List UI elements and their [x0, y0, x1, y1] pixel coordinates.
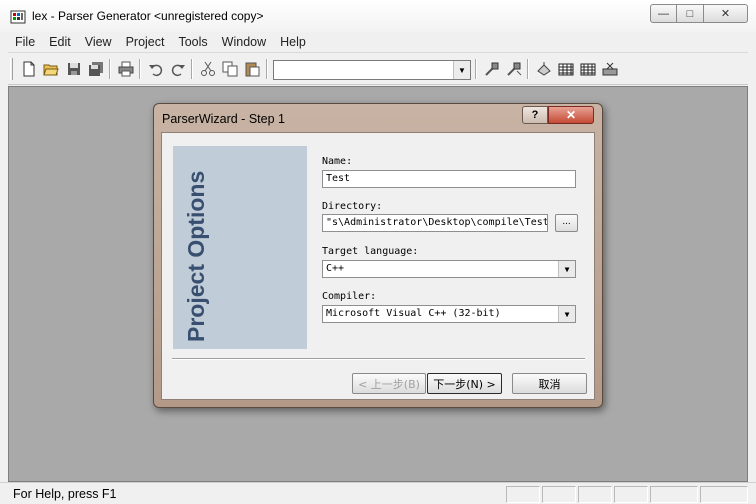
chevron-down-icon[interactable]: ▼	[453, 61, 470, 79]
compiler-select[interactable]: Microsoft Visual C++ (32-bit) ▼	[322, 305, 576, 323]
window-controls: — □ ✕	[650, 4, 748, 24]
status-pane	[506, 486, 540, 503]
frame-left	[0, 86, 8, 482]
target-language-select[interactable]: C++ ▼	[322, 260, 576, 278]
toolbar-separator	[527, 59, 529, 79]
status-bar: For Help, press F1	[0, 482, 756, 504]
menu-view[interactable]: View	[78, 35, 119, 49]
compiler-value: Microsoft Visual C++ (32-bit)	[326, 308, 501, 319]
minimize-button[interactable]: —	[650, 4, 677, 23]
status-text: For Help, press F1	[13, 487, 117, 501]
status-pane	[542, 486, 576, 503]
wizard-icon[interactable]	[534, 59, 554, 79]
next-button[interactable]: 下一步(N) >	[427, 373, 502, 394]
toolbar-grip[interactable]	[10, 58, 13, 80]
title-bar: lex - Parser Generator <unregistered cop…	[0, 0, 756, 32]
status-pane	[578, 486, 612, 503]
back-button[interactable]: < 上一步(B)	[352, 373, 426, 394]
close-icon: ✕	[565, 108, 577, 122]
paste-icon[interactable]	[242, 59, 262, 79]
dialog-close-button[interactable]: ✕	[548, 106, 594, 124]
grid2-icon[interactable]	[578, 59, 598, 79]
window-title: lex - Parser Generator <unregistered cop…	[32, 9, 264, 23]
chevron-down-icon[interactable]: ▼	[558, 261, 575, 277]
cancel-button[interactable]: 取消	[512, 373, 587, 394]
directory-label: Directory:	[322, 201, 383, 212]
clean-icon[interactable]	[600, 59, 620, 79]
dialog-body: Project Options Name: Test Directory: "s…	[161, 132, 595, 400]
toolbar-separator	[109, 59, 111, 79]
application-window: lex - Parser Generator <unregistered cop…	[0, 0, 756, 504]
menu-project[interactable]: Project	[119, 35, 172, 49]
menu-file[interactable]: File	[8, 35, 42, 49]
status-pane	[614, 486, 648, 503]
cut-icon[interactable]	[198, 59, 218, 79]
menu-bar: File Edit View Project Tools Window Help	[8, 32, 748, 53]
target-language-label: Target language:	[322, 246, 419, 257]
maximize-icon: □	[686, 7, 694, 20]
toolbar-separator	[191, 59, 193, 79]
toolbar-combo[interactable]: ▼	[273, 60, 471, 80]
parser-wizard-dialog: ParserWizard - Step 1 ? ✕ Project Option…	[153, 103, 603, 408]
close-button[interactable]: ✕	[704, 4, 748, 23]
chevron-down-icon[interactable]: ▼	[558, 306, 575, 322]
menu-edit[interactable]: Edit	[42, 35, 78, 49]
dialog-title: ParserWizard - Step 1	[162, 112, 285, 126]
save-icon[interactable]	[64, 59, 84, 79]
name-label: Name:	[322, 156, 353, 167]
app-icon	[10, 10, 26, 24]
redo-icon[interactable]	[168, 59, 188, 79]
open-folder-icon[interactable]	[41, 59, 61, 79]
menu-window[interactable]: Window	[215, 35, 273, 49]
help-button[interactable]: ?	[522, 106, 548, 124]
build-icon[interactable]	[482, 59, 502, 79]
dialog-divider	[172, 358, 585, 360]
close-icon: ✕	[720, 8, 731, 20]
banner-text: Project Options	[183, 170, 209, 342]
toolbar-separator	[266, 59, 268, 79]
status-pane	[700, 486, 748, 503]
grid-icon[interactable]	[556, 59, 576, 79]
frame-right	[748, 86, 756, 482]
new-file-icon[interactable]	[19, 59, 39, 79]
directory-field[interactable]: "s\Administrator\Desktop\compile\Test	[322, 214, 548, 232]
print-icon[interactable]	[116, 59, 136, 79]
menu-tools[interactable]: Tools	[171, 35, 214, 49]
minimize-icon: —	[658, 7, 669, 20]
copy-icon[interactable]	[220, 59, 240, 79]
question-icon: ?	[531, 109, 539, 121]
directory-field-value: "s\Administrator\Desktop\compile\Test	[326, 217, 548, 228]
toolbar-separator	[139, 59, 141, 79]
name-field[interactable]: Test	[322, 170, 576, 188]
toolbar: ▼	[8, 55, 748, 85]
toolbar-separator	[475, 59, 477, 79]
project-options-banner: Project Options	[173, 146, 307, 349]
browse-button[interactable]: ...	[555, 214, 578, 232]
status-pane	[650, 486, 698, 503]
undo-icon[interactable]	[146, 59, 166, 79]
target-language-value: C++	[326, 263, 345, 274]
save-all-icon[interactable]	[86, 59, 106, 79]
compiler-label: Compiler:	[322, 291, 377, 302]
maximize-button[interactable]: □	[677, 4, 704, 23]
name-field-value: Test	[326, 173, 351, 184]
rebuild-icon[interactable]	[504, 59, 524, 79]
menu-help[interactable]: Help	[273, 35, 313, 49]
